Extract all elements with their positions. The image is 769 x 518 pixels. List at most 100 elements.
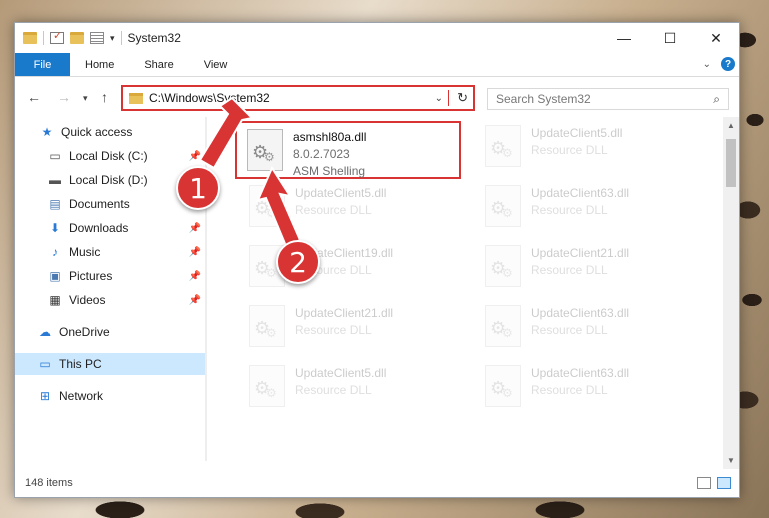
properties-check-icon[interactable] — [50, 29, 64, 44]
search-input[interactable]: Search System32 ⌕ — [487, 88, 729, 110]
chevron-down-icon[interactable]: ▾ — [110, 33, 115, 44]
file-list: asmshl80a.dll 8.0.2.7023 ASM Shelling Up… — [227, 117, 721, 467]
details-view-icon[interactable] — [697, 477, 711, 489]
file-name: UpdateClient63.dll — [531, 306, 630, 320]
address-path[interactable]: C:\Windows\System32 — [149, 91, 270, 105]
sidebar-item-this-pc[interactable]: ▭ This PC — [15, 353, 207, 375]
step-marker-2: 2 — [276, 240, 320, 284]
back-arrow-icon[interactable]: ← — [27, 89, 41, 105]
sidebar-item-local-disk-c[interactable]: ▭ Local Disk (C:) 📌 — [15, 145, 207, 167]
divider — [448, 90, 449, 106]
drive-icon: ▭ — [49, 149, 61, 163]
chevron-down-icon[interactable]: ⌄ — [435, 93, 443, 104]
dll-file-icon — [485, 305, 521, 347]
tab-view[interactable]: View — [189, 53, 243, 76]
cloud-icon: ☁ — [39, 325, 51, 339]
dll-file-icon — [249, 185, 285, 227]
sidebar-item-network[interactable]: ⊞ Network — [15, 385, 207, 407]
close-button[interactable]: ✕ — [693, 23, 739, 53]
scroll-down-icon[interactable]: ▼ — [723, 456, 739, 465]
tab-file[interactable]: File — [15, 53, 70, 76]
address-bar[interactable]: C:\Windows\System32 ⌄ ↻ — [121, 85, 475, 111]
sidebar-item-onedrive[interactable]: ☁ OneDrive — [15, 321, 207, 343]
list-item[interactable]: UpdateClient5.dll Resource DLL — [239, 179, 463, 235]
file-description: ASM Shelling — [293, 164, 366, 178]
sidebar-item-label: This PC — [59, 357, 102, 371]
list-item[interactable]: UpdateClient5.dll Resource DLL — [475, 119, 699, 175]
sidebar-item-label: Quick access — [61, 125, 133, 139]
network-icon: ⊞ — [39, 389, 51, 403]
file-type: Resource DLL — [295, 383, 372, 397]
sidebar-item-pictures[interactable]: ▣ Pictures 📌 — [15, 265, 207, 287]
dll-file-icon — [485, 365, 521, 407]
help-icon[interactable]: ? — [721, 57, 735, 71]
maximize-button[interactable]: ☐ — [647, 23, 693, 53]
tab-share[interactable]: Share — [129, 53, 188, 76]
refresh-icon[interactable]: ↻ — [457, 90, 468, 106]
forward-arrow-icon[interactable]: → — [57, 89, 71, 105]
window-title: System32 — [127, 31, 181, 45]
sidebar-item-downloads[interactable]: ⬇ Downloads 📌 — [15, 217, 207, 239]
up-arrow-icon[interactable]: ↑ — [101, 89, 108, 105]
file-type: Resource DLL — [531, 383, 608, 397]
sidebar-item-label: Pictures — [69, 269, 113, 283]
file-type: Resource DLL — [531, 323, 608, 337]
list-item[interactable]: UpdateClient21.dll Resource DLL — [239, 299, 463, 355]
file-name: UpdateClient5.dll — [295, 186, 387, 200]
minimize-button[interactable]: — — [601, 23, 647, 53]
sidebar-item-videos[interactable]: ▦ Videos 📌 — [15, 289, 207, 311]
title-bar: ▾ System32 — ☐ ✕ — [15, 23, 739, 53]
scroll-up-icon[interactable]: ▲ — [723, 121, 739, 130]
quick-access-toolbar: ▾ — [15, 29, 122, 45]
videos-icon: ▦ — [49, 293, 61, 307]
tab-home[interactable]: Home — [70, 53, 129, 76]
search-placeholder: Search System32 — [496, 92, 591, 106]
folder-icon — [23, 32, 37, 44]
list-item[interactable]: UpdateClient19.dllResource DLL — [239, 239, 463, 295]
file-name: UpdateClient21.dll — [295, 306, 394, 320]
pin-icon: 📌 — [188, 150, 201, 162]
sidebar-item-label: Local Disk (C:) — [69, 149, 148, 163]
file-name: UpdateClient5.dll — [295, 366, 387, 380]
file-version: 8.0.2.7023 — [293, 147, 350, 161]
ribbon: File Home Share View ⌄ ? — [15, 53, 739, 77]
list-item[interactable]: UpdateClient21.dll Resource DLL — [475, 239, 699, 295]
sidebar-item-quick-access[interactable]: ★ Quick access — [15, 121, 207, 143]
folder-icon — [129, 92, 143, 104]
computer-icon: ▭ — [39, 357, 51, 371]
dll-file-icon — [485, 245, 521, 287]
list-item[interactable]: UpdateClient63.dll Resource DLL — [475, 299, 699, 355]
list-item[interactable]: UpdateClient63.dll Resource DLL — [475, 179, 699, 235]
dll-file-icon — [249, 305, 285, 347]
file-type: Resource DLL — [295, 323, 372, 337]
pin-icon: 📌 — [188, 222, 201, 234]
dll-file-icon — [485, 125, 521, 167]
navigation-bar: ← → ▾ ↑ C:\Windows\System32 ⌄ ↻ Search S… — [15, 77, 739, 117]
file-name: asmshl80a.dll — [293, 130, 367, 144]
dll-file-icon — [247, 129, 283, 171]
item-count: 148 items — [25, 477, 73, 489]
step-marker-1: 1 — [176, 166, 220, 210]
file-item-asmshl80a-dll[interactable]: asmshl80a.dll 8.0.2.7023 ASM Shelling — [235, 121, 461, 179]
file-explorer-window: ▾ System32 — ☐ ✕ File Home Share View ⌄ … — [14, 22, 740, 498]
search-icon[interactable]: ⌕ — [713, 92, 720, 107]
recent-locations-icon[interactable]: ▾ — [83, 93, 88, 104]
file-type: Resource DLL — [531, 143, 608, 157]
scrollbar-thumb[interactable] — [726, 139, 736, 187]
star-icon: ★ — [41, 125, 53, 139]
tiles-view-icon[interactable] — [717, 477, 731, 489]
file-list-scrollbar[interactable]: ▲ ▼ — [723, 117, 739, 469]
customize-icon[interactable] — [90, 32, 104, 44]
expand-ribbon-icon[interactable]: ⌄ — [703, 59, 711, 70]
sidebar-item-music[interactable]: ♪ Music 📌 — [15, 241, 207, 263]
sidebar-item-label: OneDrive — [59, 325, 110, 339]
documents-icon: ▤ — [49, 197, 61, 211]
music-icon: ♪ — [52, 245, 58, 259]
window-controls: — ☐ ✕ — [601, 23, 739, 53]
list-item[interactable]: UpdateClient63.dll Resource DLL — [475, 359, 699, 415]
new-folder-icon[interactable] — [70, 32, 84, 44]
list-item[interactable]: UpdateClient5.dll Resource DLL — [239, 359, 463, 415]
sidebar-item-label: Documents — [69, 197, 130, 211]
file-name: UpdateClient63.dll — [531, 366, 630, 380]
sidebar-item-label: Network — [59, 389, 104, 403]
